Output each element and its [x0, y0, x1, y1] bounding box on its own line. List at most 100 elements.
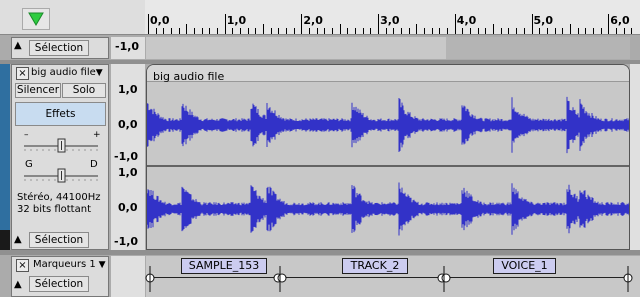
- ruler-minor-tick: [447, 28, 449, 34]
- ruler-minor-tick: [416, 24, 418, 34]
- ruler-minor-tick: [309, 28, 311, 34]
- select-button-audio[interactable]: Sélection: [29, 232, 89, 248]
- ruler-label: 1,0: [226, 14, 247, 27]
- ruler-minor-tick: [186, 24, 188, 34]
- ruler-label: 0,0: [150, 14, 170, 27]
- ruler-minor-tick: [270, 28, 272, 34]
- track-bitdepth-info: 32 bits flottant: [17, 204, 91, 215]
- ruler-minor-tick: [485, 28, 487, 34]
- audio-clip[interactable]: big audio file: [146, 64, 630, 250]
- label-track-name: Marqueurs 1: [33, 259, 96, 270]
- ruler-minor-tick: [554, 28, 556, 34]
- ruler-major-tick: [378, 14, 380, 34]
- scale-label-3: -1,0: [114, 150, 139, 163]
- ruler-minor-tick: [401, 28, 403, 34]
- dropdown-arrow-icon: ▼: [95, 260, 106, 270]
- ruler-minor-tick: [562, 28, 564, 34]
- mute-button[interactable]: Silencer: [15, 83, 61, 98]
- track-format-info: Stéréo, 44100Hz: [17, 192, 101, 203]
- ruler-major-tick: [531, 14, 533, 34]
- ruler-minor-tick: [546, 28, 548, 34]
- collapse-arrow-icon[interactable]: ▲: [14, 235, 22, 245]
- ruler-minor-tick: [424, 28, 426, 34]
- waveform[interactable]: [147, 82, 630, 250]
- ruler-label: 4,0: [456, 14, 477, 27]
- ruler-minor-tick: [255, 28, 257, 34]
- ruler-label: 6,0: [610, 14, 630, 27]
- ruler-minor-tick: [462, 28, 464, 34]
- ruler-minor-tick: [293, 28, 295, 34]
- ruler-minor-tick: [194, 28, 196, 34]
- ruler-minor-tick: [585, 28, 587, 34]
- ruler-minor-tick: [247, 28, 249, 34]
- window-edge-dark: [0, 230, 10, 250]
- play-button[interactable]: [22, 8, 50, 30]
- clip-title: big audio file: [153, 70, 225, 83]
- ruler-minor-tick: [623, 28, 625, 34]
- collapse-arrow-icon[interactable]: ▲: [14, 41, 22, 51]
- right-edge-panel: [630, 64, 640, 250]
- ruler-major-tick: [454, 14, 456, 34]
- clip-title-bar[interactable]: big audio file: [147, 65, 629, 83]
- select-button-top[interactable]: Sélection: [29, 40, 89, 56]
- top-track-scale-label: -1,0: [115, 40, 140, 53]
- label-handles[interactable]: [140, 262, 640, 297]
- ruler-minor-tick: [332, 28, 334, 34]
- top-track-wave-area-selected[interactable]: [446, 37, 630, 59]
- ruler-minor-tick: [539, 28, 541, 34]
- track-name-menu[interactable]: big audio file▼: [31, 66, 109, 80]
- dropdown-arrow-icon: ▼: [95, 68, 103, 78]
- ruler-minor-tick: [286, 28, 288, 34]
- label-track-name-menu[interactable]: Marqueurs 1 ▼: [33, 258, 106, 270]
- scale-label-6: -1,0: [114, 235, 139, 248]
- ruler-minor-tick: [209, 28, 211, 34]
- ruler-label: 3,0: [380, 14, 400, 27]
- ruler-minor-tick: [385, 28, 387, 34]
- ruler-minor-tick: [508, 28, 510, 34]
- ruler-minor-tick: [631, 28, 633, 34]
- collapse-arrow-icon[interactable]: ▲: [14, 280, 22, 290]
- ruler-minor-tick: [493, 24, 495, 34]
- ruler-minor-tick: [240, 28, 242, 34]
- pan-slider-icon[interactable]: [22, 168, 100, 184]
- close-icon[interactable]: ×: [16, 259, 29, 272]
- ruler-minor-tick: [408, 28, 410, 34]
- ruler-minor-tick: [201, 28, 203, 34]
- ruler-major-tick: [148, 14, 149, 34]
- gain-slider-icon[interactable]: [22, 138, 100, 154]
- select-button-labels[interactable]: Sélection: [29, 276, 89, 292]
- track-separator-2: [0, 250, 640, 255]
- ruler-minor-tick: [600, 28, 602, 34]
- ruler-minor-tick: [316, 28, 318, 34]
- ruler-minor-tick: [355, 28, 357, 34]
- channel-waveform: [147, 182, 629, 236]
- timeline-ruler[interactable]: 0,0 1,0 2,0 3,0 4,0 5,0 6,0: [145, 0, 640, 34]
- ruler-minor-tick: [439, 28, 441, 34]
- ruler-minor-tick: [278, 28, 280, 34]
- ruler-minor-tick: [347, 28, 349, 34]
- ruler-minor-tick: [263, 24, 265, 34]
- ruler-minor-tick: [393, 28, 395, 34]
- effects-button[interactable]: Effets: [15, 102, 106, 126]
- ruler-minor-tick: [163, 28, 165, 34]
- ruler-minor-tick: [178, 28, 180, 34]
- scale-label-1: 1,0: [118, 83, 138, 96]
- close-icon[interactable]: ×: [16, 67, 29, 80]
- solo-button[interactable]: Solo: [62, 83, 106, 98]
- ruler-minor-tick: [155, 28, 157, 34]
- ruler-minor-tick: [232, 28, 234, 34]
- ruler-minor-tick: [577, 28, 579, 34]
- ruler-major-tick: [301, 14, 303, 34]
- ruler-major-tick: [224, 14, 226, 34]
- ruler-minor-tick: [370, 28, 372, 34]
- ruler-minor-tick: [470, 28, 472, 34]
- top-track-wave-area[interactable]: [146, 37, 446, 59]
- ruler-label: 2,0: [303, 14, 323, 27]
- ruler-minor-tick: [615, 28, 617, 34]
- track-name: big audio file: [31, 67, 96, 78]
- ruler-minor-tick: [431, 28, 433, 34]
- window-edge: [0, 64, 10, 250]
- ruler-minor-tick: [362, 28, 364, 34]
- ruler-minor-tick: [171, 28, 172, 34]
- play-triangle-icon: [28, 12, 44, 26]
